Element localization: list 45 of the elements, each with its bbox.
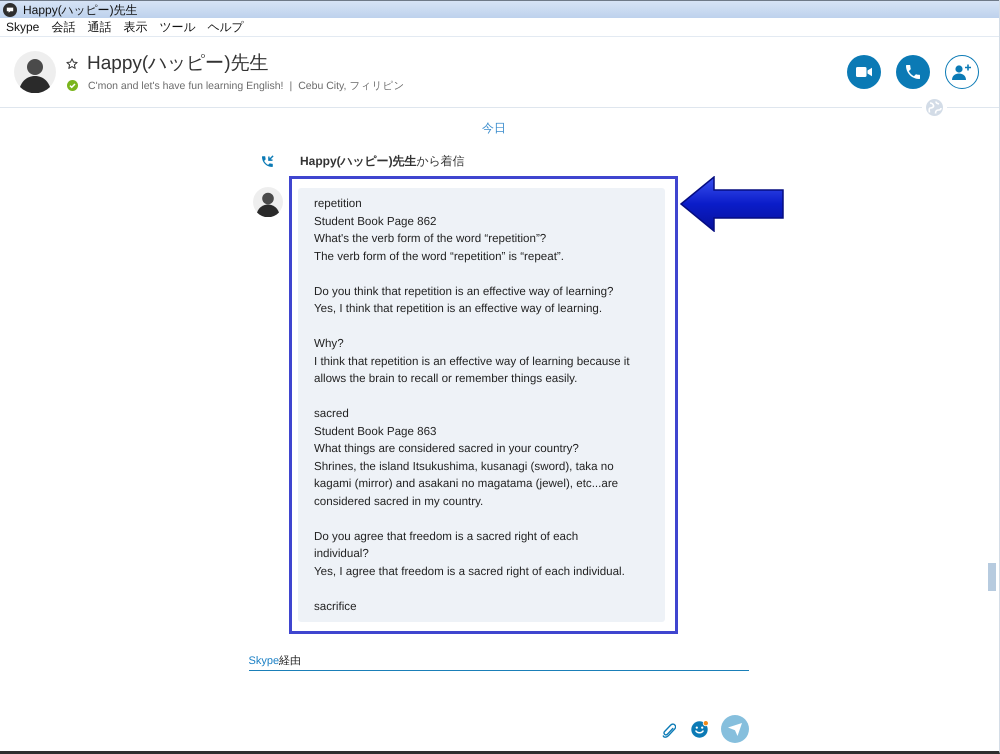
contact-avatar [14, 51, 56, 93]
day-separator: 今日 [482, 120, 506, 136]
video-call-button[interactable] [847, 55, 881, 89]
message-text: Student Book Page 862 [314, 214, 438, 230]
message-text: Do you agree that freedom is a sacred right of each individual? [314, 528, 580, 562]
menu-item[interactable]: 表示 [123, 20, 148, 34]
window-title: Happy(ハッピー)先生 [23, 2, 138, 16]
message-text: Yes, I think that repetition is an effective way of learning. [314, 301, 604, 317]
skype-link[interactable]: Skype [248, 654, 280, 668]
favorite-star-icon[interactable] [66, 58, 78, 70]
smiley-icon[interactable] [690, 720, 708, 738]
message-text: Do you think that repetition is an effective way of learning? [314, 284, 614, 300]
video-camera-icon [856, 67, 872, 77]
menu-item[interactable]: ヘルプ [207, 20, 244, 34]
menu-item[interactable]: 通話 [87, 20, 112, 34]
location-text: Cebu City, フィリピン [298, 78, 404, 92]
message-text: Student Book Page 863 [314, 424, 438, 440]
add-contact-button[interactable] [945, 55, 979, 89]
paperclip-icon[interactable] [662, 720, 676, 738]
mood-message: C'mon and let's have fun learning English! [88, 78, 284, 92]
message-text: Shrines, the island Itsukushima, kusanagi (sword), taka no kagami (mirror) and asakani no magatama (jewel), etc...are considered sacred in my country. [314, 458, 620, 510]
message-text: The verb form of the word “repetition” is “repeat”. [314, 248, 566, 264]
paper-plane-icon [728, 722, 742, 736]
message-text: repetition [314, 196, 363, 212]
menu-item[interactable]: Skype [6, 20, 40, 34]
message-text: I think that repetition is an effective way of learning because it allows the brain to recall or remember things easily. [314, 354, 631, 387]
incoming-call-icon [262, 155, 274, 167]
app-icon [3, 2, 17, 16]
incoming-call-notice: Happy(ハッピー)先生から着信 [300, 153, 465, 169]
menu-item[interactable]: ツール [159, 20, 196, 34]
message-text: Yes, I agree that freedom is a sacred right of each individual. [314, 564, 626, 580]
message-text: What's the verb form of the word “repetition”? [314, 231, 548, 247]
message-text: What things are considered sacred in your country? [314, 441, 580, 457]
message-text: sacred [314, 406, 350, 422]
message-text: sacrifice [314, 598, 358, 614]
sender-avatar [253, 187, 283, 217]
scrollbar-thumb[interactable] [988, 563, 996, 591]
call-button[interactable] [896, 55, 930, 89]
separator-text: | [289, 78, 292, 92]
contact-name: Happy(ハッピー)先生 [87, 52, 269, 76]
phone-icon [906, 65, 920, 79]
menu-item[interactable]: 会話 [51, 20, 76, 34]
add-person-icon [952, 64, 972, 80]
message-text: Why? [314, 336, 345, 352]
via-label: 経由 [279, 654, 302, 668]
